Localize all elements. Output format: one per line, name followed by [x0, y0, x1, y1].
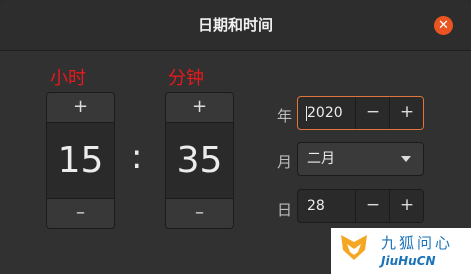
watermark-text-en: JiuHuCN [381, 254, 436, 268]
minute-value[interactable]: 35 [166, 123, 233, 198]
fox-logo-icon [341, 235, 367, 260]
day-input[interactable]: 28 [307, 190, 325, 222]
day-decrement-button[interactable]: − [355, 190, 390, 222]
window-title: 日期和时间 [197, 16, 273, 34]
day-spinbox: 28 − + [297, 189, 424, 223]
day-increment-button[interactable]: + [389, 190, 423, 222]
month-select[interactable]: 二月 [297, 142, 424, 176]
chevron-down-icon [401, 156, 411, 162]
day-label: 日 [277, 201, 293, 219]
year-increment-button[interactable]: + [389, 97, 423, 129]
year-decrement-button[interactable]: − [355, 97, 390, 129]
minute-label: 分钟 [168, 68, 204, 89]
minute-increment-button[interactable]: + [166, 93, 233, 123]
year-spinbox: 2020 − + [297, 96, 424, 130]
close-button[interactable]: ✕ [434, 16, 453, 35]
titlebar: 日期和时间 ✕ [0, 0, 471, 51]
time-separator: : [131, 137, 143, 177]
year-input[interactable]: 2020 [307, 97, 343, 129]
date-time-dialog: 日期和时间 ✕ 小时 分钟 + 15 – : + 35 – 年 2020 − +… [0, 0, 471, 274]
minute-decrement-button[interactable]: – [166, 198, 233, 228]
month-selected-value: 二月 [307, 151, 335, 167]
hour-value[interactable]: 15 [47, 123, 114, 198]
watermark: 九狐问心 JiuHuCN [331, 228, 471, 274]
watermark-text-cn: 九狐问心 [381, 234, 454, 252]
month-label: 月 [277, 153, 293, 171]
minute-spinner: + 35 – [165, 92, 234, 229]
hour-decrement-button[interactable]: – [47, 198, 114, 228]
hour-increment-button[interactable]: + [47, 93, 114, 123]
close-icon: ✕ [438, 18, 449, 33]
hour-label: 小时 [50, 68, 86, 89]
hour-spinner: + 15 – [46, 92, 115, 229]
year-label: 年 [277, 107, 293, 125]
